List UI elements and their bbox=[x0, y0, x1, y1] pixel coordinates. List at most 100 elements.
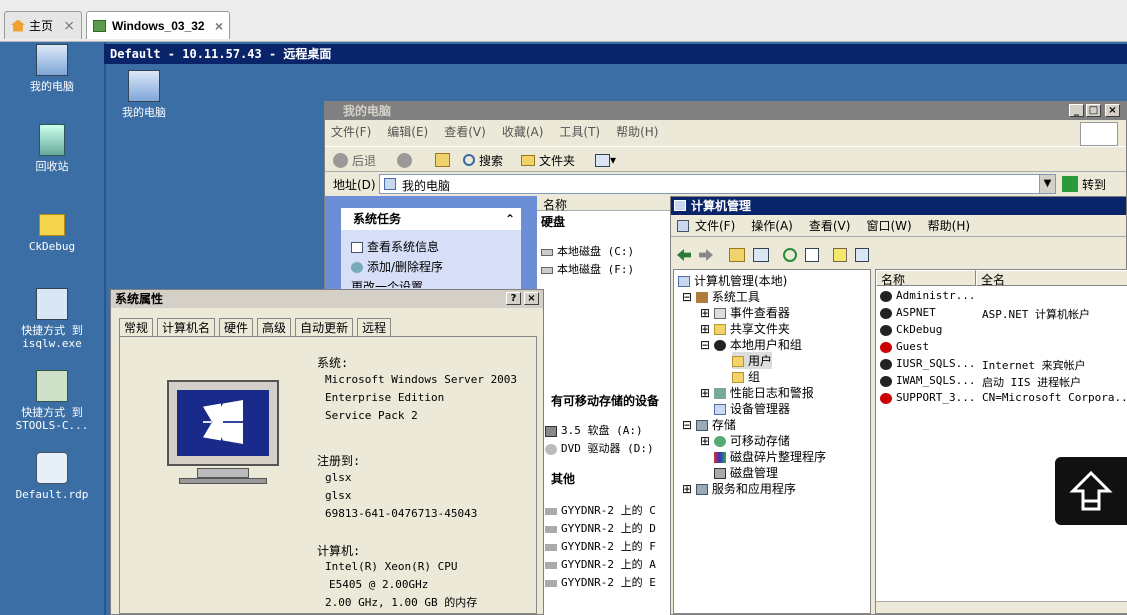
tree-item[interactable]: ⊞ 可移动存储 bbox=[700, 432, 790, 449]
close-icon[interactable]: × bbox=[63, 18, 75, 34]
column-header-fullname[interactable]: 全名 bbox=[976, 270, 1127, 287]
tree-item[interactable]: 磁盘管理 bbox=[714, 464, 778, 481]
task-add-remove[interactable]: 添加/删除程序 bbox=[351, 258, 443, 275]
tree-label: 磁盘管理 bbox=[730, 466, 779, 480]
menu-window[interactable]: 窗口(W) bbox=[866, 217, 911, 234]
horizontal-scrollbar[interactable] bbox=[876, 601, 1127, 613]
menu-favorites[interactable]: 收藏(A) bbox=[502, 123, 544, 140]
export-icon[interactable] bbox=[805, 248, 819, 262]
task-change-setting[interactable]: 更改一个设置 bbox=[351, 278, 423, 288]
forward-button[interactable] bbox=[397, 151, 412, 169]
tree-label: 可移动存储 bbox=[729, 434, 790, 448]
tree-item[interactable]: ⊟ 本地用户和组 bbox=[700, 336, 802, 353]
refresh-icon[interactable] bbox=[783, 248, 797, 262]
tree-item[interactable]: 组 bbox=[732, 368, 760, 385]
collapse-icon[interactable]: ⌃ bbox=[505, 208, 515, 230]
close-button[interactable]: × bbox=[1105, 104, 1120, 117]
desktop-icon-isqlw[interactable]: 快捷方式 到 isqlw.exe bbox=[0, 288, 104, 350]
folders-button[interactable]: 文件夹 bbox=[521, 151, 575, 169]
address-dropdown[interactable]: ▼ bbox=[1039, 175, 1055, 193]
desktop-icon-stools[interactable]: 快捷方式 到 STOOLS-C... bbox=[0, 370, 104, 432]
up-folder-icon[interactable] bbox=[729, 248, 745, 262]
tree-item[interactable]: ⊞ 性能日志和警报 bbox=[700, 384, 814, 401]
list-item[interactable]: 本地磁盘 (C:) bbox=[541, 243, 634, 259]
minimize-button[interactable]: _ bbox=[1069, 104, 1084, 117]
list-item[interactable]: 3.5 软盘 (A:) bbox=[545, 422, 643, 438]
menu-file[interactable]: 文件(F) bbox=[331, 123, 371, 140]
list-item[interactable]: GYYDNR-2 上的 A bbox=[545, 556, 656, 572]
back-arrow-icon[interactable] bbox=[677, 249, 691, 261]
table-row[interactable]: Guest bbox=[880, 340, 929, 353]
menu-file[interactable]: 文件(F) bbox=[695, 217, 735, 234]
menu-help[interactable]: 帮助(H) bbox=[616, 123, 658, 140]
tab-home[interactable]: 主页 × bbox=[4, 11, 82, 39]
list-item[interactable]: DVD 驱动器 (D:) bbox=[545, 440, 654, 456]
go-button[interactable]: 转到 bbox=[1062, 175, 1106, 193]
forward-arrow-icon[interactable] bbox=[699, 249, 713, 261]
show-tree-icon[interactable] bbox=[753, 248, 769, 262]
menu-tools[interactable]: 工具(T) bbox=[559, 123, 600, 140]
maximize-button[interactable]: □ bbox=[1086, 104, 1101, 117]
tab-general[interactable]: 常规 bbox=[119, 318, 154, 336]
up-button[interactable] bbox=[435, 151, 450, 169]
table-row[interactable]: SUPPORT_3... CN=Microsoft Corpora... bbox=[880, 391, 1127, 404]
tree-item[interactable]: ⊟ 存储 bbox=[682, 416, 736, 433]
monitor-base bbox=[179, 478, 267, 484]
menu-view[interactable]: 查看(V) bbox=[809, 217, 851, 234]
tab-remote[interactable]: 远程 bbox=[357, 318, 392, 336]
menu-action[interactable]: 操作(A) bbox=[751, 217, 793, 234]
properties-icon[interactable] bbox=[855, 248, 869, 262]
browser-tab-bar: 主页 × Windows_03_32 × bbox=[0, 0, 1127, 42]
help-button[interactable]: ? bbox=[506, 292, 521, 305]
desktop-icon-label: 我的电脑 bbox=[122, 106, 166, 119]
tree-item[interactable]: 磁盘碎片整理程序 bbox=[714, 448, 826, 465]
list-item[interactable]: 本地磁盘 (F:) bbox=[541, 261, 634, 277]
task-view-system-info[interactable]: 查看系统信息 bbox=[351, 238, 439, 255]
tree-label: 共享文件夹 bbox=[729, 322, 790, 336]
tree-item-selected[interactable]: 用户 bbox=[732, 352, 773, 369]
scroll-to-top-button[interactable] bbox=[1055, 457, 1127, 525]
column-header-name[interactable]: 名称 bbox=[537, 196, 671, 212]
tree-item[interactable]: ⊞ 事件查看器 bbox=[700, 304, 790, 321]
views-button[interactable]: ▾ bbox=[595, 151, 616, 169]
tree-item[interactable]: 计算机管理(本地) bbox=[678, 272, 787, 289]
tree-item[interactable]: ⊞ 共享文件夹 bbox=[700, 320, 790, 337]
menu-view[interactable]: 查看(V) bbox=[444, 123, 486, 140]
list-item[interactable]: GYYDNR-2 上的 C bbox=[545, 502, 656, 518]
user-icon bbox=[880, 375, 892, 387]
tab-advanced[interactable]: 高级 bbox=[257, 318, 292, 336]
tab-hardware[interactable]: 硬件 bbox=[219, 318, 254, 336]
desktop-icon-mycomputer[interactable]: 我的电脑 bbox=[0, 44, 104, 93]
back-button[interactable]: 后退 bbox=[333, 151, 376, 169]
desktop-icon-ckdebug[interactable]: CkDebug bbox=[0, 208, 104, 253]
list-item[interactable]: GYYDNR-2 上的 D bbox=[545, 520, 656, 536]
desktop-icon-default-rdp[interactable]: Default.rdp bbox=[0, 452, 104, 501]
tree-item[interactable]: ⊟ 系统工具 bbox=[682, 288, 760, 305]
close-button[interactable]: × bbox=[524, 292, 539, 305]
search-button[interactable]: 搜索 bbox=[463, 151, 503, 169]
tab-auto-update[interactable]: 自动更新 bbox=[295, 318, 354, 336]
table-row[interactable]: CkDebug bbox=[880, 323, 942, 336]
tree-item[interactable]: 设备管理器 bbox=[714, 400, 790, 417]
table-row[interactable]: Administr... bbox=[880, 289, 975, 302]
help-icon[interactable] bbox=[833, 248, 847, 262]
menu-help[interactable]: 帮助(H) bbox=[928, 217, 970, 234]
event-viewer-icon bbox=[713, 308, 726, 319]
folder-icon bbox=[39, 214, 65, 236]
table-row[interactable]: ASPNET ASP.NET 计算机帐户 bbox=[880, 306, 1090, 321]
list-item[interactable]: GYYDNR-2 上的 E bbox=[545, 574, 656, 590]
list-item[interactable]: GYYDNR-2 上的 F bbox=[545, 538, 656, 554]
address-input[interactable]: 我的电脑 ▼ bbox=[379, 174, 1056, 194]
system-tasks-header[interactable]: 系统任务 ⌃ bbox=[341, 208, 521, 230]
tab-computer-name[interactable]: 计算机名 bbox=[157, 318, 216, 336]
menu-edit[interactable]: 编辑(E) bbox=[387, 123, 428, 140]
remote-desktop-icon-mycomputer[interactable]: 我的电脑 bbox=[92, 70, 196, 119]
close-icon[interactable]: × bbox=[215, 18, 223, 34]
desktop-icon-recycle-bin[interactable]: 回收站 bbox=[0, 124, 104, 173]
group-hdd: 硬盘 bbox=[541, 213, 565, 230]
tree-item[interactable]: ⊞ 服务和应用程序 bbox=[682, 480, 796, 497]
table-row[interactable]: IUSR_SQLS... Internet 来宾帐户 bbox=[880, 357, 1086, 372]
column-header-name[interactable]: 名称 bbox=[876, 270, 976, 287]
table-row[interactable]: IWAM_SQLS... 启动 IIS 进程帐户 bbox=[880, 374, 1081, 389]
tab-windows[interactable]: Windows_03_32 × bbox=[86, 11, 230, 39]
